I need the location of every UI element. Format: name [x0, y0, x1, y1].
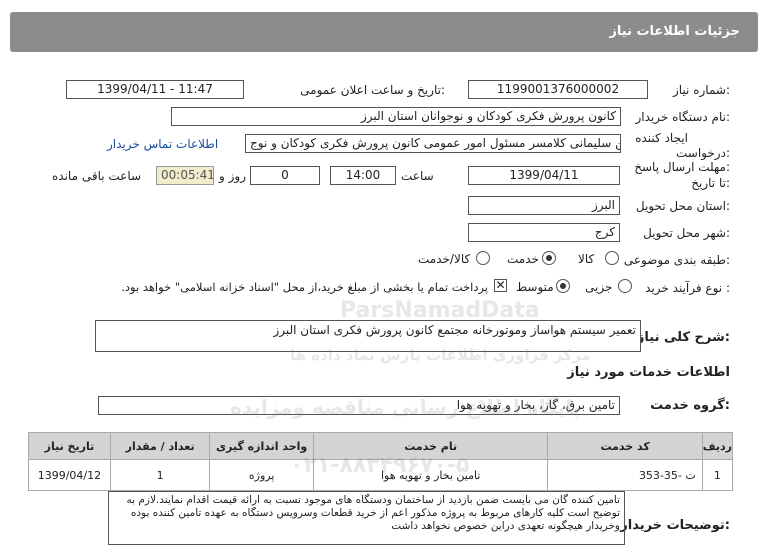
process-minor-radio[interactable] — [618, 279, 632, 293]
col-need-date: تاریخ نیاز — [28, 432, 111, 460]
col-service-code: کد خدمت — [547, 432, 703, 460]
col-service-name: نام خدمت — [312, 432, 549, 460]
page: جزئیات اطلاعات نیاز شماره نیاز: 11990013… — [0, 0, 770, 545]
process-medium-label: متوسط — [516, 280, 554, 294]
service-group-label: گروه خدمت: — [650, 398, 730, 413]
table-header-row: تاریخ نیاز تعداد / مقدار واحد اندازه گیر… — [28, 432, 734, 460]
province-label: استان محل تحویل: — [635, 199, 730, 213]
cell-quantity: 1 — [109, 459, 211, 491]
category-service-label: خدمت — [507, 252, 539, 266]
city-label: شهر محل تحویل: — [643, 226, 730, 240]
treasury-payment-note: پرداخت تمام یا بخشی از مبلغ خرید،از محل … — [121, 280, 488, 294]
hour-label: ساعت — [401, 169, 434, 183]
summary-label: شرح کلی نیاز: — [636, 330, 730, 345]
category-goods-service-label: کالا/خدمت — [418, 252, 471, 266]
buyer-notes-field: تامین کننده گان می بایست ضمن بازدید از س… — [108, 491, 625, 545]
buyer-field: کانون پرورش فکری کودکان و نوجوانان استان… — [171, 107, 621, 126]
cell-service-name: تامین بخار و تهویه هوا — [312, 459, 549, 491]
announce-label: تاریخ و ساعت اعلان عمومی: — [300, 83, 445, 97]
need-number-label: شماره نیاز: — [672, 83, 730, 97]
cell-unit: پروژه — [209, 459, 314, 491]
services-table: تاریخ نیاز تعداد / مقدار واحد اندازه گیر… — [28, 432, 734, 491]
table-row: 1399/04/12 1 پروژه تامین بخار و تهویه هو… — [28, 459, 734, 491]
page-header: جزئیات اطلاعات نیاز — [10, 12, 758, 52]
remaining-time-field: 00:05:41 — [156, 166, 214, 185]
contact-info-link[interactable]: اطلاعات تماس خریدار — [107, 137, 218, 151]
creator-label-2: درخواست: — [676, 146, 730, 160]
days-label: روز و — [219, 169, 246, 183]
province-field: البرز — [468, 196, 620, 215]
service-group-field: تامین برق، گاز، بخار و تهویه هوا — [98, 396, 620, 415]
cell-need-date: 1399/04/12 — [28, 459, 111, 491]
deadline-label-2: تا تاریخ: — [691, 176, 730, 190]
cell-row-number: 1 — [701, 459, 734, 491]
deadline-hour-field: 14:00 — [330, 166, 396, 185]
page-title: جزئیات اطلاعات نیاز — [609, 24, 740, 39]
buyer-label: نام دستگاه خریدار: — [635, 110, 731, 124]
days-field: 0 — [250, 166, 320, 185]
treasury-payment-checkbox[interactable]: ✕ — [494, 279, 507, 292]
deadline-date-field: 1399/04/11 — [468, 166, 620, 185]
creator-field: حسین سلیمانی کلامسر مسئول امور عمومی کان… — [245, 134, 621, 153]
city-field: کرج — [468, 223, 620, 242]
creator-label-1: ایجاد کننده — [635, 131, 688, 145]
category-goods-radio[interactable] — [605, 251, 619, 265]
col-quantity: تعداد / مقدار — [109, 432, 211, 460]
remaining-label: ساعت باقی مانده — [52, 169, 142, 183]
process-medium-radio[interactable] — [556, 279, 570, 293]
need-number-field: 1199001376000002 — [468, 80, 648, 99]
col-row: ردیف — [701, 432, 734, 460]
services-title: اطلاعات خدمات مورد نیاز — [567, 365, 730, 380]
cell-service-code: ت -35-353 — [547, 459, 703, 491]
buyer-notes-label: توضیحات خریدار: — [620, 518, 730, 533]
col-unit: واحد اندازه گیری — [209, 432, 314, 460]
category-goods-label: کالا — [578, 252, 595, 266]
process-label: نوع فرآیند خرید : — [645, 281, 730, 295]
summary-field: تعمیر سیستم هواساز وموتورخانه مجتمع کانو… — [95, 320, 641, 352]
deadline-label-1: مهلت ارسال پاسخ: — [634, 160, 730, 174]
category-service-radio[interactable] — [542, 251, 556, 265]
announce-field: 1399/04/11 - 11:47 — [66, 80, 244, 99]
process-minor-label: جزیی — [585, 280, 613, 294]
category-label: طبقه بندی موضوعی: — [623, 253, 730, 267]
category-goods-service-radio[interactable] — [476, 251, 490, 265]
